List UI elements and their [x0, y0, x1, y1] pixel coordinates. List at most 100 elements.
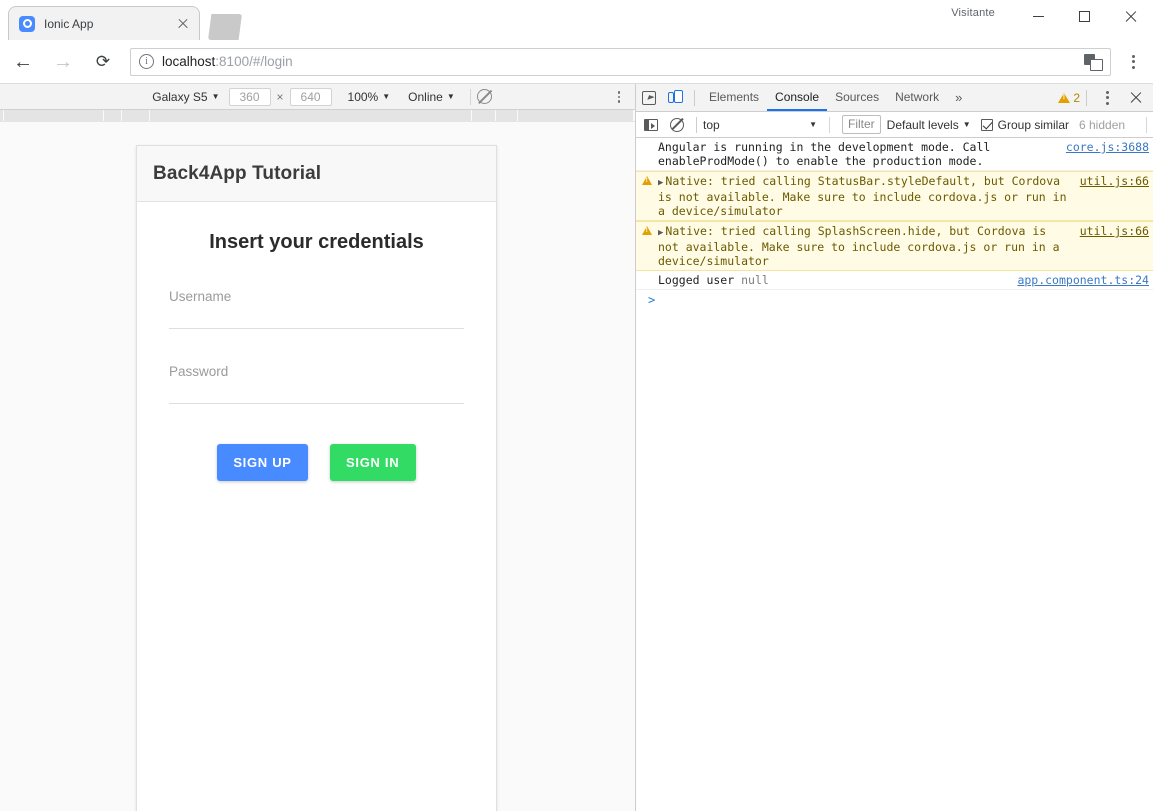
- message-null-value: null: [741, 273, 769, 287]
- browser-tab[interactable]: Ionic App: [8, 6, 200, 40]
- browser-window: Ionic App Visitante ← → ⟳ i localhost:81…: [0, 0, 1153, 811]
- url-text: localhost:8100/#/login: [162, 54, 1084, 69]
- app-title: Back4App Tutorial: [153, 162, 322, 184]
- dimension-separator: ×: [276, 89, 284, 104]
- tab-elements[interactable]: Elements: [701, 84, 767, 111]
- warning-count: 2: [1073, 90, 1080, 105]
- password-field[interactable]: Password: [169, 363, 464, 404]
- back-button[interactable]: ←: [6, 45, 40, 79]
- chevron-down-icon: ▼: [809, 120, 817, 129]
- tab-console[interactable]: Console: [767, 84, 828, 111]
- app-content: Insert your credentials Username Passwor…: [137, 231, 496, 481]
- warning-count-badge[interactable]: 2: [1058, 91, 1080, 105]
- inspect-element-icon[interactable]: [636, 85, 662, 111]
- message-text: Angular is running in the development mo…: [658, 140, 998, 168]
- message-text: ▶ Native: tried calling SplashScreen.hide…: [658, 224, 1067, 268]
- filterbar-divider: [696, 116, 697, 133]
- message-gutter: [636, 174, 658, 218]
- network-value: Online: [408, 89, 443, 104]
- console-message[interactable]: Logged user null app.component.ts:24: [636, 271, 1153, 290]
- more-tabs-icon[interactable]: »: [947, 90, 970, 105]
- network-throttle-selector[interactable]: Online ▼: [408, 90, 455, 104]
- zoom-value: 100%: [347, 89, 379, 104]
- log-levels-selector[interactable]: Default levels ▼: [887, 118, 971, 132]
- console-filter-bar: top ▼ Filter Default levels ▼ Group simi…: [636, 112, 1153, 138]
- zoom-selector[interactable]: 100% ▼: [348, 90, 391, 104]
- username-field[interactable]: Username: [169, 288, 464, 329]
- log-levels-value: Default levels: [886, 117, 959, 132]
- expand-arrow-icon[interactable]: ▶: [658, 178, 663, 188]
- tab-sources[interactable]: Sources: [827, 84, 887, 111]
- site-info-icon[interactable]: i: [139, 54, 154, 69]
- profile-label[interactable]: Visitante: [951, 7, 995, 19]
- console-prompt[interactable]: >: [636, 290, 1153, 310]
- chevron-down-icon: ▼: [962, 120, 971, 129]
- console-sidebar-icon[interactable]: [638, 112, 664, 138]
- sign-up-button[interactable]: SIGN UP: [217, 444, 308, 481]
- devtools-settings-icon[interactable]: [1093, 84, 1121, 112]
- devtools-tabbar: Elements Console Sources Network » 2: [636, 84, 1153, 112]
- username-placeholder: Username: [169, 289, 232, 304]
- url-host: localhost: [162, 54, 216, 69]
- filterbar-divider-2: [829, 116, 830, 133]
- translate-icon[interactable]: [1084, 53, 1103, 71]
- devtools-actions: 2: [1058, 84, 1153, 112]
- devtools-panel: Elements Console Sources Network » 2 top: [635, 84, 1153, 811]
- toggle-device-toolbar-icon[interactable]: [662, 85, 688, 111]
- message-gutter: [636, 224, 658, 268]
- address-bar[interactable]: i localhost:8100/#/login: [130, 47, 1111, 76]
- sign-in-button[interactable]: SIGN IN: [329, 444, 416, 481]
- device-toolbar-menu-icon[interactable]: [609, 87, 629, 107]
- clear-console-icon[interactable]: [664, 112, 690, 138]
- group-similar-checkbox[interactable]: [980, 118, 993, 131]
- group-similar-label[interactable]: Group similar: [998, 118, 1069, 132]
- prompt-caret-icon: >: [648, 293, 656, 307]
- console-message[interactable]: ▶Native: tried calling SplashScreen.hide…: [636, 221, 1153, 271]
- toolbar-divider: [469, 88, 471, 105]
- reload-button[interactable]: ⟳: [86, 45, 120, 79]
- viewport-height-input[interactable]: 640: [289, 87, 332, 106]
- chevron-down-icon: ▼: [446, 92, 455, 101]
- context-value: top: [703, 117, 720, 132]
- browser-toolbar: ← → ⟳ i localhost:8100/#/login: [0, 40, 1153, 84]
- expand-arrow-icon[interactable]: ▶: [658, 228, 663, 238]
- warning-icon: [642, 226, 652, 235]
- close-tab-icon[interactable]: [173, 14, 193, 34]
- device-ruler[interactable]: [0, 110, 635, 122]
- message-source-link[interactable]: app.component.ts:24: [1013, 273, 1149, 287]
- device-selector[interactable]: Galaxy S5 ▼: [152, 90, 219, 104]
- warning-icon: [642, 176, 652, 185]
- message-source-link[interactable]: util.js:66: [1076, 224, 1149, 238]
- viewport-width-input[interactable]: 360: [228, 87, 271, 106]
- close-devtools-icon[interactable]: [1121, 85, 1149, 111]
- filterbar-divider-3: [1146, 116, 1147, 133]
- app-viewport: Back4App Tutorial Insert your credential…: [136, 145, 497, 811]
- actions-divider: [1086, 89, 1087, 106]
- chevron-down-icon: ▼: [211, 92, 220, 101]
- new-tab-button[interactable]: [208, 14, 242, 40]
- form-heading: Insert your credentials: [209, 231, 424, 253]
- minimize-button[interactable]: [1015, 0, 1061, 32]
- tab-network[interactable]: Network: [887, 84, 947, 111]
- password-placeholder: Password: [169, 364, 229, 379]
- chrome-menu-icon[interactable]: [1119, 48, 1147, 76]
- title-bar: Ionic App Visitante: [0, 0, 1153, 40]
- console-filter-input[interactable]: Filter: [842, 115, 881, 134]
- console-message[interactable]: ▶Native: tried calling StatusBar.styleDe…: [636, 171, 1153, 221]
- context-selector[interactable]: top ▼: [703, 118, 823, 132]
- maximize-button[interactable]: [1061, 0, 1107, 32]
- message-source-link[interactable]: core.js:3688: [1062, 140, 1149, 154]
- console-message[interactable]: Angular is running in the development mo…: [636, 138, 1153, 171]
- ionic-icon: [19, 15, 35, 32]
- tabbar-divider: [694, 89, 695, 106]
- no-throttling-icon[interactable]: [476, 89, 492, 104]
- device-name: Galaxy S5: [152, 89, 208, 104]
- window-controls: [1015, 0, 1153, 40]
- forward-button: →: [53, 50, 73, 73]
- close-window-button[interactable]: [1107, 0, 1153, 32]
- message-source-link[interactable]: util.js:66: [1076, 174, 1149, 188]
- tab-strip: Ionic App: [0, 0, 700, 40]
- message-text: Logged user null: [658, 273, 769, 287]
- message-gutter: [636, 273, 658, 287]
- console-message-list: Angular is running in the development mo…: [636, 138, 1153, 310]
